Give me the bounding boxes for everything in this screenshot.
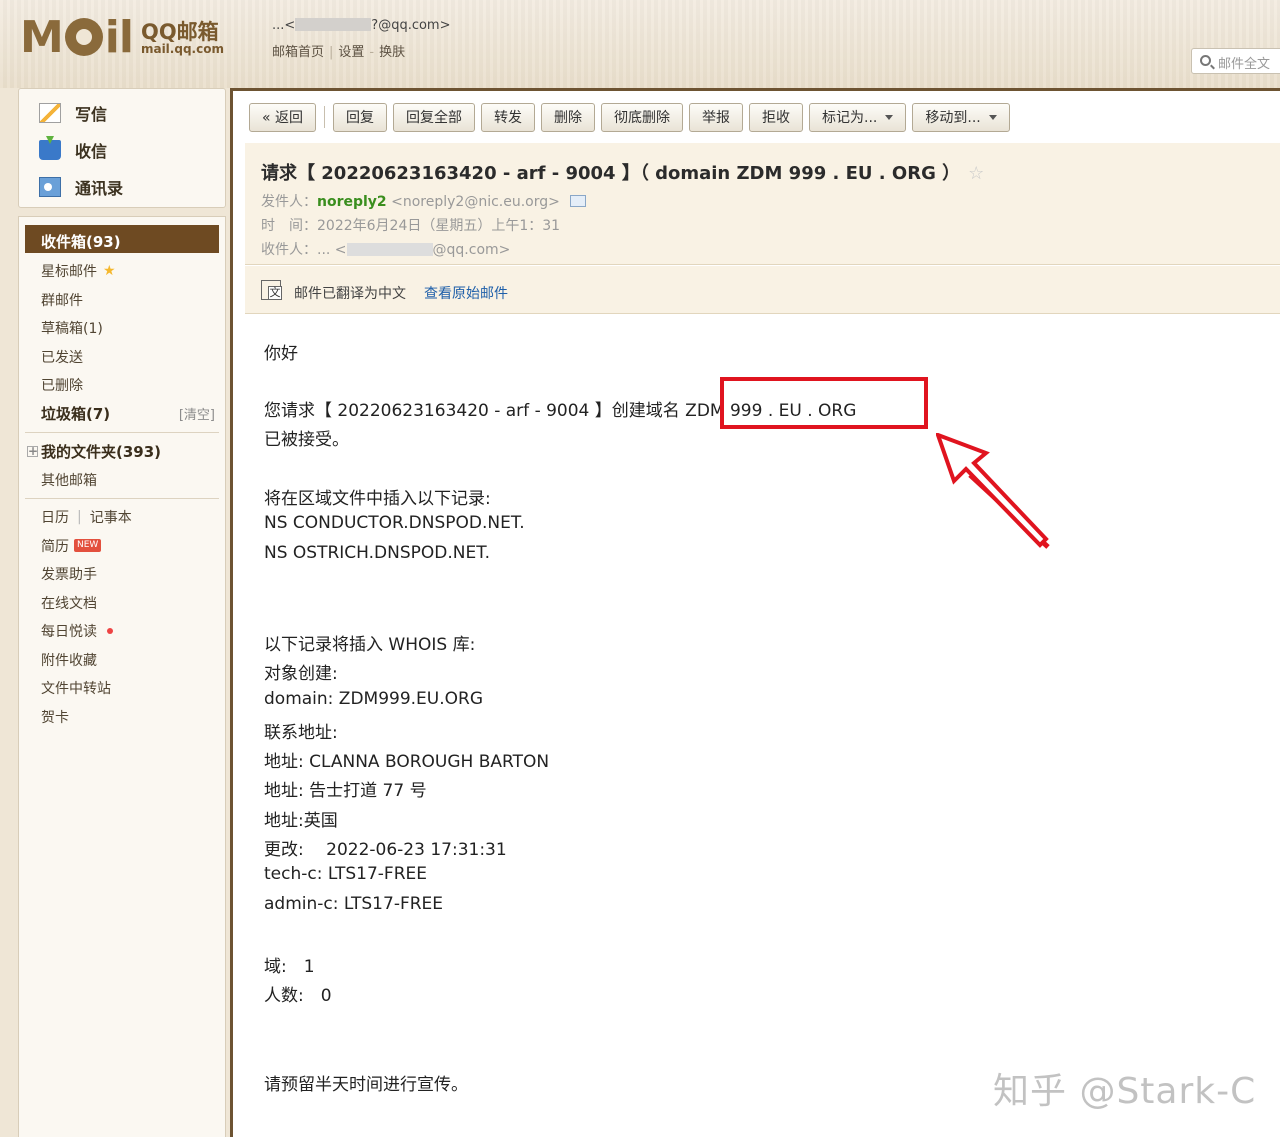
sidebar-item-sent[interactable]: 已发送	[19, 343, 225, 372]
quick-actions-panel: 写信 收信 通讯录	[18, 88, 226, 208]
annotation-arrow-icon	[936, 433, 1050, 549]
translation-bar: 邮件已翻译为中文 查看原始邮件	[245, 266, 1280, 314]
body-line: 地址: CLANNA BOROUGH BARTON	[264, 752, 550, 772]
body-line: 以下记录将插入 WHOIS 库:	[264, 635, 476, 655]
back-button[interactable]: « 返回	[249, 102, 317, 132]
body-line: 对象创建:	[264, 664, 338, 684]
body-line: 人数: 0	[264, 986, 332, 1006]
account-links: 邮箱首页 | 设置 - 换肤	[272, 45, 406, 60]
view-original-link[interactable]: 查看原始邮件	[424, 283, 508, 303]
mail-subject: 请求【 20220623163420 - arf - 9004 】（ domai…	[261, 163, 985, 184]
sidebar-item-calendar-notes: 日历 | 记事本	[41, 507, 132, 527]
report-button[interactable]: 举报	[689, 102, 744, 132]
body-line: 已被接受。	[264, 430, 349, 450]
mail-time: 2022年6月24日（星期五）上午1：31	[317, 218, 561, 234]
move-to-dropdown[interactable]: 移动到...	[912, 102, 1010, 132]
logo-domain: mail.qq.com	[140, 41, 224, 56]
empty-spam-link[interactable]: [清空]	[179, 404, 215, 423]
body-line: tech-c: LTS17-FREE	[264, 864, 428, 884]
compose-button[interactable]: 写信	[19, 94, 225, 131]
sidebar-item-resume[interactable]: 简历 NEW	[19, 532, 225, 561]
search-input[interactable]: 邮件全文	[1191, 48, 1280, 74]
sidebar-item-reading[interactable]: 每日悦读	[19, 617, 225, 646]
mail-header: 请求【 20220623163420 - arf - 9004 】（ domai…	[245, 143, 1280, 265]
contacts-icon	[39, 176, 61, 197]
sidebar-item-group[interactable]: 群邮件	[19, 286, 225, 315]
translate-icon	[261, 280, 282, 300]
sender-row: 发件人：noreply2 <noreply2@nic.eu.org>	[261, 191, 586, 211]
contacts-button[interactable]: 通讯录	[19, 168, 225, 205]
time-row: 时 间：2022年6月24日（星期五）上午1：31	[261, 218, 561, 234]
delete-button[interactable]: 删除	[541, 102, 596, 132]
reject-button[interactable]: 拒收	[749, 102, 804, 132]
sidebar-item-drafts[interactable]: 草稿箱(1)	[19, 314, 225, 343]
reply-all-button[interactable]: 回复全部	[393, 102, 476, 132]
mark-as-dropdown[interactable]: 标记为...	[809, 102, 907, 132]
top-header: Mil QQ邮箱 mail.qq.com ...< ?@qq.com> 邮箱首页 |…	[0, 0, 1280, 88]
mail-toolbar: « 返回 回复 回复全部 转发 删除 彻底删除 举报 拒收 标记为... 移动到…	[249, 101, 1016, 133]
body-line: 更改: 2022-06-23 17:31:31	[264, 840, 507, 860]
account-email: ...< ?@qq.com>	[272, 18, 451, 33]
forward-button[interactable]: 转发	[481, 102, 536, 132]
star-icon: ★	[103, 263, 116, 280]
recipient-row: 收件人：... < @qq.com>	[261, 242, 511, 258]
body-line: 请预留半天时间进行宣传。	[264, 1075, 468, 1095]
body-line: 你好	[264, 344, 298, 364]
sidebar: 收件箱(93) 星标邮件 ★ 群邮件 草稿箱(1) 已发送 已删除 垃圾箱(7) …	[18, 216, 226, 1137]
contact-card-icon[interactable]	[569, 195, 586, 207]
redacted-block	[295, 18, 372, 31]
expand-icon[interactable]: +	[27, 445, 38, 457]
qqmail-logo[interactable]: Mil QQ邮箱 mail.qq.com	[20, 14, 224, 62]
body-line: domain: ZDM999.EU.ORG	[264, 689, 484, 709]
body-line: 地址:英国	[264, 811, 338, 831]
body-line: admin-c: LTS17-FREE	[264, 894, 444, 914]
unread-dot-icon	[107, 628, 113, 635]
link-skin[interactable]: 换肤	[379, 45, 405, 60]
body-line: 域: 1	[264, 957, 315, 977]
body-line: NS OSTRICH.DNSPOD.NET.	[264, 543, 491, 563]
search-icon	[1200, 55, 1211, 66]
new-badge: NEW	[74, 539, 102, 553]
sender-name[interactable]: noreply2	[317, 194, 387, 210]
body-line: NS CONDUCTOR.DNSPOD.NET.	[264, 513, 525, 533]
star-icon[interactable]: ☆	[968, 163, 984, 184]
sidebar-item-docs[interactable]: 在线文档	[19, 589, 225, 618]
translation-note: 邮件已翻译为中文	[294, 286, 406, 302]
sidebar-item-file-transfer[interactable]: 文件中转站	[19, 674, 225, 703]
sidebar-item-spam[interactable]: 垃圾箱(7) [清空]	[19, 400, 225, 429]
sidebar-item-deleted[interactable]: 已删除	[19, 371, 225, 400]
chevron-down-icon	[988, 114, 997, 120]
delete-permanently-button[interactable]: 彻底删除	[601, 102, 684, 132]
compose-icon	[39, 102, 61, 123]
receive-button[interactable]: 收信	[19, 131, 225, 168]
mail-view: « 返回 回复 回复全部 转发 删除 彻底删除 举报 拒收 标记为... 移动到…	[230, 88, 1280, 1137]
sidebar-item-cards[interactable]: 贺卡	[19, 703, 225, 732]
sender-email: <noreply2@nic.eu.org>	[391, 194, 560, 210]
link-settings[interactable]: 设置	[338, 45, 364, 60]
sidebar-item-my-folders[interactable]: + 我的文件夹(393)	[19, 437, 225, 466]
watermark: 知乎 @Stark-C	[993, 1071, 1257, 1112]
body-line: 地址: 告士打道 77 号	[264, 781, 427, 801]
sidebar-item-invoice[interactable]: 发票助手	[19, 560, 225, 589]
mail-logo-mark: Mil	[20, 12, 134, 63]
sidebar-item-other-mail[interactable]: 其他邮箱	[19, 466, 225, 495]
link-mail-home[interactable]: 邮箱首页	[272, 45, 324, 60]
sidebar-item-inbox[interactable]: 收件箱(93)	[25, 225, 219, 253]
annotation-highlight-box	[720, 377, 928, 429]
receive-icon	[39, 135, 61, 160]
link-calendar[interactable]: 日历	[41, 507, 69, 527]
body-line: 将在区域文件中插入以下记录:	[264, 489, 491, 509]
body-line: 联系地址:	[264, 723, 338, 743]
sidebar-item-starred[interactable]: 星标邮件 ★	[19, 257, 225, 286]
sidebar-item-attachments[interactable]: 附件收藏	[19, 646, 225, 675]
redacted-block	[346, 243, 433, 256]
logo-brand: QQ邮箱	[140, 19, 219, 44]
link-notes[interactable]: 记事本	[90, 507, 132, 527]
chevron-down-icon	[885, 114, 894, 120]
reply-button[interactable]: 回复	[333, 102, 388, 132]
